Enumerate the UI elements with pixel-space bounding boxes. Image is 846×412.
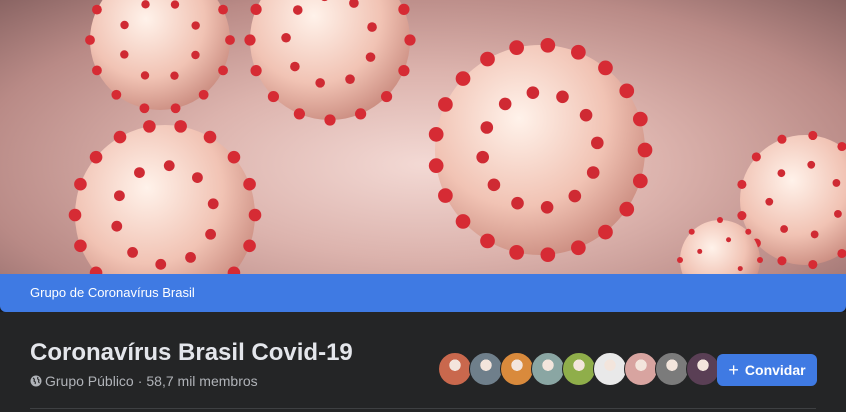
member-avatar[interactable] (686, 352, 720, 386)
invite-label: Convidar (744, 362, 806, 378)
banner-label: Grupo de Coronavírus Brasil (30, 285, 195, 300)
group-privacy[interactable]: Grupo Público (45, 373, 134, 389)
globe-icon (30, 375, 42, 387)
member-avatar[interactable] (624, 352, 658, 386)
member-avatar[interactable] (531, 352, 565, 386)
invite-button[interactable]: + Convidar (717, 354, 817, 386)
member-avatar[interactable] (655, 352, 689, 386)
member-avatar[interactable] (500, 352, 534, 386)
meta-separator: · (137, 373, 143, 389)
member-count[interactable]: 58,7 mil membros (146, 373, 257, 389)
plus-icon: + (728, 360, 739, 380)
member-avatars[interactable] (438, 352, 720, 386)
group-header: Coronavírus Brasil Covid-19 Grupo Públic… (0, 312, 846, 412)
member-avatar[interactable] (593, 352, 627, 386)
member-avatar[interactable] (438, 352, 472, 386)
group-title[interactable]: Coronavírus Brasil Covid-19 (30, 339, 353, 367)
member-avatar[interactable] (562, 352, 596, 386)
group-type-banner[interactable]: Grupo de Coronavírus Brasil (0, 274, 846, 312)
member-avatar[interactable] (469, 352, 503, 386)
coronavirus-cover-image (68, 0, 846, 274)
group-meta: Grupo Público · 58,7 mil membros (30, 373, 258, 389)
divider (30, 408, 816, 409)
cover-photo[interactable] (0, 0, 846, 274)
